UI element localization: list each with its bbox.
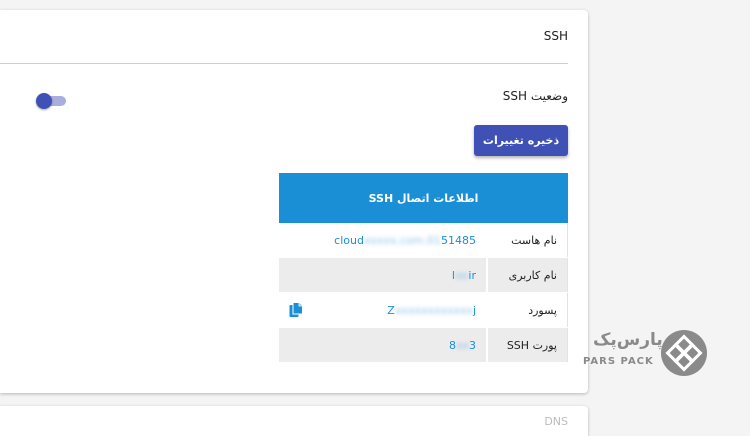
copy-icon[interactable] — [289, 302, 303, 318]
logo-mark-icon — [661, 330, 707, 376]
info-header: اطلاعات اتصال SSH — [279, 173, 568, 223]
value-prefix: Z — [387, 303, 395, 317]
row-label: نام کاربری — [486, 258, 568, 292]
ssh-connection-info: اطلاعات اتصال SSH نام هاست cloud xxxxx.co… — [279, 173, 568, 363]
value-hidden: xx — [455, 338, 469, 352]
table-row: پسورد Zxxxxxxxxxxxx j — [279, 293, 568, 328]
value-prefix: cloud — [334, 233, 364, 247]
next-section-card: DNS — [0, 406, 588, 436]
row-label: پورت SSH — [486, 328, 568, 362]
table-row: نام کاربری l oo ir — [279, 258, 568, 293]
value-hidden: xxxxxxxxxxxx — [394, 303, 473, 317]
password-value[interactable]: Zxxxxxxxxxxxx j — [279, 293, 486, 327]
ssh-card: SSH وضعیت SSH ذخیره تغییرات اطلاعات اتصا… — [0, 10, 588, 393]
username-value[interactable]: l oo ir — [279, 258, 486, 292]
table-row: نام هاست cloud xxxxx.com.01 51485 — [279, 223, 568, 258]
ssh-status-label: وضعیت SSH — [502, 89, 568, 103]
value-prefix: 8 — [448, 338, 456, 352]
value-suffix: 3 — [469, 338, 476, 352]
divider — [0, 63, 568, 64]
value-suffix: j — [472, 303, 476, 317]
save-changes-button[interactable]: ذخیره تغییرات — [474, 125, 568, 156]
hostname-value[interactable]: cloud xxxxx.com.01 51485 — [279, 223, 486, 257]
logo-text-fa: پارس‌پک — [593, 330, 663, 350]
toggle-thumb — [36, 93, 52, 109]
table-row: پورت SSH 8 xx 3 — [279, 328, 568, 363]
row-label: پسورد — [486, 293, 568, 327]
row-label: نام هاست — [486, 223, 568, 257]
value-suffix: ir — [468, 268, 476, 282]
parspack-logo: پارس‌پک PARS PACK — [583, 330, 707, 380]
value-hidden: oo — [454, 268, 469, 282]
port-value[interactable]: 8 xx 3 — [279, 328, 486, 362]
value-suffix: 51485 — [441, 233, 476, 247]
ssh-status-toggle[interactable] — [36, 93, 66, 109]
logo-text-en: PARS PACK — [583, 356, 654, 367]
section-title: SSH — [543, 29, 568, 43]
value-hidden: xxxxx.com.01 — [363, 233, 441, 247]
